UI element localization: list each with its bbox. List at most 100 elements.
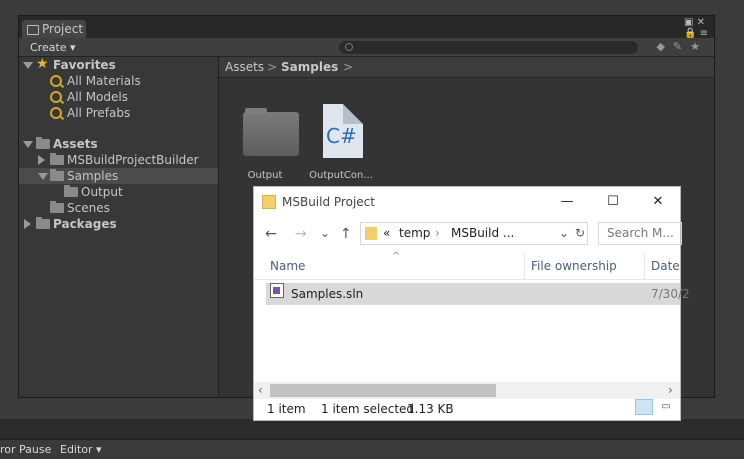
address-bar[interactable]: « temp › MSBuild ... ⌄ ↻ [360,222,588,245]
file-name: Samples.sln [291,287,364,301]
folder-icon [262,195,276,209]
tree-item-all-prefabs[interactable]: All Prefabs [19,105,218,121]
filter-icons[interactable]: ◆✎★ [656,40,708,53]
tab-label: Project [42,22,84,36]
tree-item-label: Samples [67,169,119,183]
close-button[interactable]: ✕ [635,187,681,217]
window-title: MSBuild Project [282,195,375,209]
tree-item-label: Packages [53,217,117,231]
horizontal-scrollbar[interactable]: ‹ › [254,382,680,399]
details-view-button[interactable] [635,399,653,415]
tree-item-label: All Models [67,90,128,104]
folder-tree: ★ Favorites All Materials All Models All… [19,57,219,397]
breadcrumb-separator: > [267,60,278,74]
item-count: 1 item [267,402,306,416]
star-icon: ★ [36,56,49,72]
window-menu-icon[interactable]: ▣ ✕ 🔒 ≡ [684,17,708,39]
column-file-ownership[interactable]: File ownership [531,253,617,279]
breadcrumb-separator: > [343,60,354,74]
search-input[interactable] [339,41,638,54]
selected-size: 1.13 KB [407,402,454,416]
tree-item-label: Favorites [53,58,116,72]
tree-item-assets[interactable]: Assets [19,136,218,152]
search-icon [50,91,62,103]
search-icon [345,43,353,51]
tree-item-all-models[interactable]: All Models [19,89,218,105]
refresh-button[interactable]: ↻ [575,223,585,244]
tree-item-favorites[interactable]: ★ Favorites [19,57,218,73]
search-icon [50,107,62,119]
address-dropdown[interactable]: ⌄ [559,223,569,244]
tree-item-scenes[interactable]: Scenes [19,200,218,216]
asset-label: Output [247,170,283,181]
editor-status-bar: ror Pause Editor ▾ [0,439,744,459]
address-part-msbuild[interactable]: MSBuild ... [451,223,514,244]
tree-item-label: Output [81,185,123,199]
address-part-temp[interactable]: temp [399,223,430,244]
file-date: 7/30/2 [651,287,690,301]
solution-file-icon [270,283,284,298]
explorer-nav-bar: ← → ⌄ ↑ « temp › MSBuild ... ⌄ ↻ Search … [254,217,682,253]
column-name[interactable]: Name [270,253,305,279]
recent-locations-button[interactable]: ⌄ [320,226,330,240]
chevron-down-icon[interactable] [23,62,33,69]
tree-item-label: Scenes [67,201,110,215]
address-overflow[interactable]: « [383,223,390,244]
breadcrumb: Assets > Samples > [219,57,714,78]
back-button[interactable]: ← [265,226,277,242]
column-divider[interactable] [644,253,645,279]
asset-label: OutputCon... [309,170,373,181]
chevron-right-icon[interactable] [38,155,45,165]
breadcrumb-assets[interactable]: Assets [225,57,264,77]
folder-icon [50,153,64,165]
large-icons-view-button[interactable]: ▭ [657,399,675,415]
csharp-glyph: C# [326,124,357,148]
folder-icon [36,137,50,149]
tree-item-output[interactable]: Output [19,184,218,200]
tree-item-label: Assets [53,137,98,151]
create-button[interactable]: Create ▾ [24,40,82,55]
tab-project[interactable]: Project [22,20,86,38]
tree-item-msbuildprojectbuilder[interactable]: MSBuildProjectBuilder [19,152,218,168]
minimize-button[interactable]: — [544,187,590,217]
explorer-window: MSBuild Project — ☐ ✕ ← → ⌄ ↑ « temp › M… [253,186,690,421]
folder-icon [243,108,299,156]
up-button[interactable]: ↑ [340,226,352,242]
editor-dropdown[interactable]: Editor ▾ [60,440,102,459]
project-toolbar: Create ▾ ◆✎★ [19,38,714,57]
scrollbar-thumb[interactable] [270,384,496,397]
breadcrumb-samples[interactable]: Samples [281,57,338,77]
maximize-button[interactable]: ☐ [590,187,636,217]
chevron-down-icon[interactable] [38,173,48,180]
tree-item-label: All Prefabs [67,106,131,120]
scroll-right-arrow[interactable]: › [668,382,673,399]
chevron-down-icon[interactable] [23,141,33,148]
folder-icon [27,25,39,35]
folder-icon [64,185,78,197]
explorer-status-bar: 1 item 1 item selected 1.13 KB ▭ [254,399,680,420]
explorer-title-bar[interactable]: MSBuild Project — ☐ ✕ [254,187,680,217]
chevron-right-icon[interactable] [24,219,31,229]
explorer-search-input[interactable]: Search M... [598,222,682,245]
tree-item-samples[interactable]: Samples [19,168,218,184]
scroll-left-arrow[interactable]: ‹ [258,382,263,399]
folder-icon [365,227,377,240]
tree-item-all-materials[interactable]: All Materials [19,73,218,89]
sort-indicator-icon: ^ [392,251,401,262]
error-pause-toggle[interactable]: ror Pause [0,440,51,459]
forward-button[interactable]: → [295,226,307,242]
file-row[interactable]: Samples.sln 7/30/2 [266,283,690,305]
csharp-file-icon: C# [323,104,363,158]
tree-item-label: All Materials [67,74,141,88]
address-separator: › [435,226,440,240]
column-header-row: Name ^ File ownership Date r [254,251,680,299]
search-icon [50,75,62,87]
tree-item-packages[interactable]: Packages [19,216,218,232]
selected-count: 1 item selected [321,402,415,416]
column-divider[interactable] [524,253,525,279]
tab-bar: Project ▣ ✕ 🔒 ≡ [19,16,714,39]
folder-icon [36,217,50,229]
tree-item-label: MSBuildProjectBuilder [67,153,199,167]
folder-icon [50,169,64,181]
editor-bottom-strip [0,419,744,439]
